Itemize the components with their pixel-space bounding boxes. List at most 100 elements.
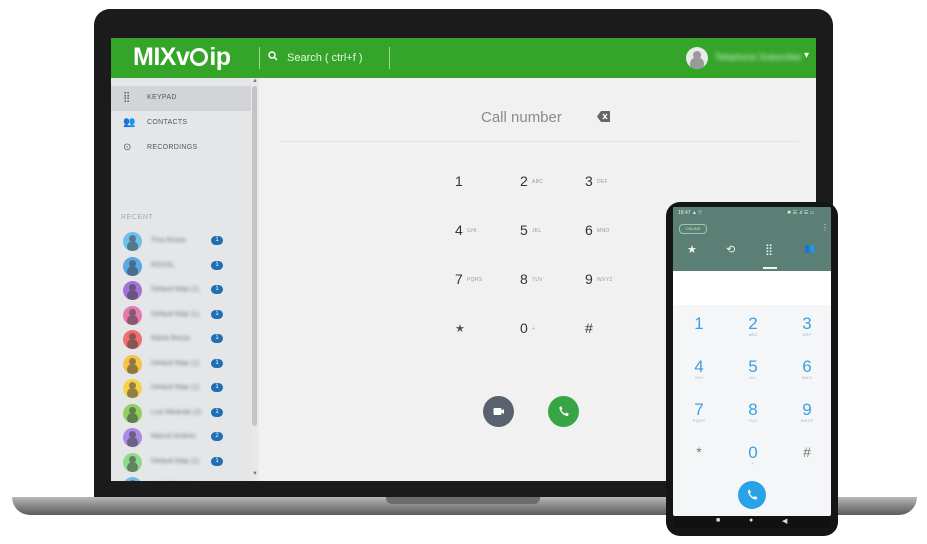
list-item[interactable]: Default Map (1) 1 xyxy=(111,451,251,475)
more-vertical-icon[interactable]: ⋮ xyxy=(821,223,829,232)
recents-nav-button[interactable]: ■ xyxy=(716,517,720,524)
call-button[interactable] xyxy=(548,396,579,427)
contact-name: Default Map (1) xyxy=(151,286,200,293)
keypad-icon: ⣿ xyxy=(123,92,131,103)
list-item[interactable]: Default Map (1) 1 xyxy=(111,279,251,303)
phone-key-6[interactable]: 6 MNO xyxy=(792,358,822,386)
key-letters: GHI xyxy=(694,375,703,380)
unread-badge: 2 xyxy=(211,432,223,441)
sidebar-item-label: CONTACTS xyxy=(147,119,188,126)
phone-key-hash[interactable]: # xyxy=(792,444,822,472)
unread-badge: 1 xyxy=(211,285,223,294)
scroll-up-icon[interactable]: ▲ xyxy=(252,78,258,84)
contact-name: Marcel Andrés xyxy=(151,433,196,440)
key-letters: JKL xyxy=(532,228,542,234)
key-digit: * xyxy=(696,444,702,460)
key-digit: 6 xyxy=(802,357,812,376)
sidebar-item-keypad[interactable]: ⣿ KEYPAD xyxy=(111,86,251,111)
dial-key-9[interactable]: 9 WXYZ xyxy=(585,271,635,291)
search-icon[interactable] xyxy=(268,50,278,64)
tab-keypad[interactable]: ⣿ xyxy=(765,243,773,256)
sidebar-item-contacts[interactable]: 👥 CONTACTS xyxy=(111,111,251,136)
key-digit: 5 xyxy=(748,357,758,376)
unread-badge: 1 xyxy=(211,383,223,392)
key-digit: 9 xyxy=(802,400,812,419)
phone-key-7[interactable]: 7 PQRS xyxy=(684,401,714,429)
dial-key-6[interactable]: 6 MNO xyxy=(585,222,635,242)
scroll-down-icon[interactable]: ▼ xyxy=(252,471,258,477)
backspace-icon[interactable] xyxy=(597,109,610,122)
unread-badge: 1 xyxy=(211,309,223,319)
list-item[interactable]: Default Map (1) 1 xyxy=(111,377,251,401)
user-name[interactable]: Telephone Subscriber xyxy=(715,52,802,62)
chevron-down-icon[interactable]: ▾ xyxy=(804,50,809,61)
key-letters: GHI xyxy=(467,228,477,234)
key-digit: 4 xyxy=(455,222,463,238)
contacts-icon: 👥 xyxy=(123,117,136,128)
key-digit: 3 xyxy=(802,314,812,333)
key-digit: 8 xyxy=(520,271,528,287)
key-letters: JKL xyxy=(749,375,757,380)
key-letters: MNO xyxy=(801,375,813,380)
phone-key-4[interactable]: 4 GHI xyxy=(684,358,714,386)
active-tab-indicator xyxy=(763,267,777,269)
key-digit: 2 xyxy=(520,173,528,189)
dial-key-5[interactable]: 5 JKL xyxy=(520,222,570,242)
key-digit: 6 xyxy=(585,222,593,238)
unread-badge: 1 xyxy=(211,456,223,466)
dial-key-hash[interactable]: # xyxy=(585,320,635,340)
key-digit: # xyxy=(585,320,593,336)
key-letters: WXYZ xyxy=(597,277,613,283)
dial-key-8[interactable]: 8 TUV xyxy=(520,271,570,291)
tab-history[interactable]: ⟲ xyxy=(726,243,735,256)
video-call-button[interactable] xyxy=(483,396,514,427)
dial-key-2[interactable]: 2 ABC xyxy=(520,173,570,193)
scrollbar-thumb[interactable] xyxy=(252,86,257,426)
sidebar-item-recordings[interactable]: ⊙ RECORDINGS xyxy=(111,136,251,161)
phone-key-1[interactable]: 1 xyxy=(684,315,714,343)
list-item[interactable]: ROSSL 1 xyxy=(111,255,251,279)
dial-key-1[interactable]: 1 xyxy=(455,173,505,193)
contact-name: Default Map (1) xyxy=(151,457,200,465)
avatar xyxy=(123,281,142,300)
search-input[interactable]: Search ( ctrl+f ) xyxy=(287,52,363,64)
tab-favorites[interactable]: ★ xyxy=(687,243,697,256)
list-item[interactable]: Default Map (1) 1 xyxy=(111,353,251,377)
phone-key-2[interactable]: 2 ABC xyxy=(738,315,768,343)
key-letters: ABC xyxy=(748,332,758,337)
key-digit: 8 xyxy=(748,400,758,419)
list-item[interactable]: Marta Bocas 1 xyxy=(111,328,251,352)
list-item[interactable]: Default Map (1) 1 xyxy=(111,304,251,328)
back-nav-button[interactable]: ◀ xyxy=(782,517,787,525)
sidebar-item-label: KEYPAD xyxy=(147,94,177,101)
phone-call-button[interactable] xyxy=(738,481,766,509)
list-item[interactable]: Tina Rosas 1 xyxy=(111,230,251,254)
phone-key-0[interactable]: 0 + xyxy=(738,444,768,472)
list-item[interactable]: Luis Miranda (2) 1 xyxy=(111,402,251,426)
phone-key-8[interactable]: 8 TUV xyxy=(738,401,768,429)
list-item[interactable]: Marcel Andrés 2 xyxy=(111,426,251,450)
home-nav-button[interactable]: ● xyxy=(749,517,753,524)
key-digit: 5 xyxy=(520,222,528,238)
dial-key-4[interactable]: 4 GHI xyxy=(455,222,505,242)
key-digit: 2 xyxy=(748,314,758,333)
dial-key-0[interactable]: 0 + xyxy=(520,320,570,340)
unread-badge: 1 xyxy=(211,260,223,270)
phone-icon xyxy=(747,489,758,500)
phone-key-3[interactable]: 3 DEF xyxy=(792,315,822,343)
call-number-input[interactable]: Call number xyxy=(481,109,562,126)
dial-key-star[interactable]: ★ xyxy=(455,320,505,340)
phone-number-display[interactable] xyxy=(673,271,831,305)
list-item[interactable]: ADDRESS No.1 xyxy=(111,475,251,481)
dial-key-7[interactable]: 7 PQRS xyxy=(455,271,505,291)
phone-key-5[interactable]: 5 JKL xyxy=(738,358,768,386)
dial-key-3[interactable]: 3 DEF xyxy=(585,173,635,193)
avatar[interactable] xyxy=(686,47,708,69)
key-letters: WXYZ xyxy=(800,418,814,423)
phone-screen: 18:47 ▲ ▽ ✱ ☰ .ıl ☰ ▭ ONLINE ⋮ ★ ⟲ ⣿ 👥 1… xyxy=(673,207,831,516)
tab-contacts[interactable]: 👥 xyxy=(804,243,815,254)
phone-key-star[interactable]: * xyxy=(684,444,714,472)
phone-key-9[interactable]: 9 WXYZ xyxy=(792,401,822,429)
logo: MIXv ip xyxy=(133,43,231,71)
contact-name: Luis Miranda (2) xyxy=(151,408,202,416)
